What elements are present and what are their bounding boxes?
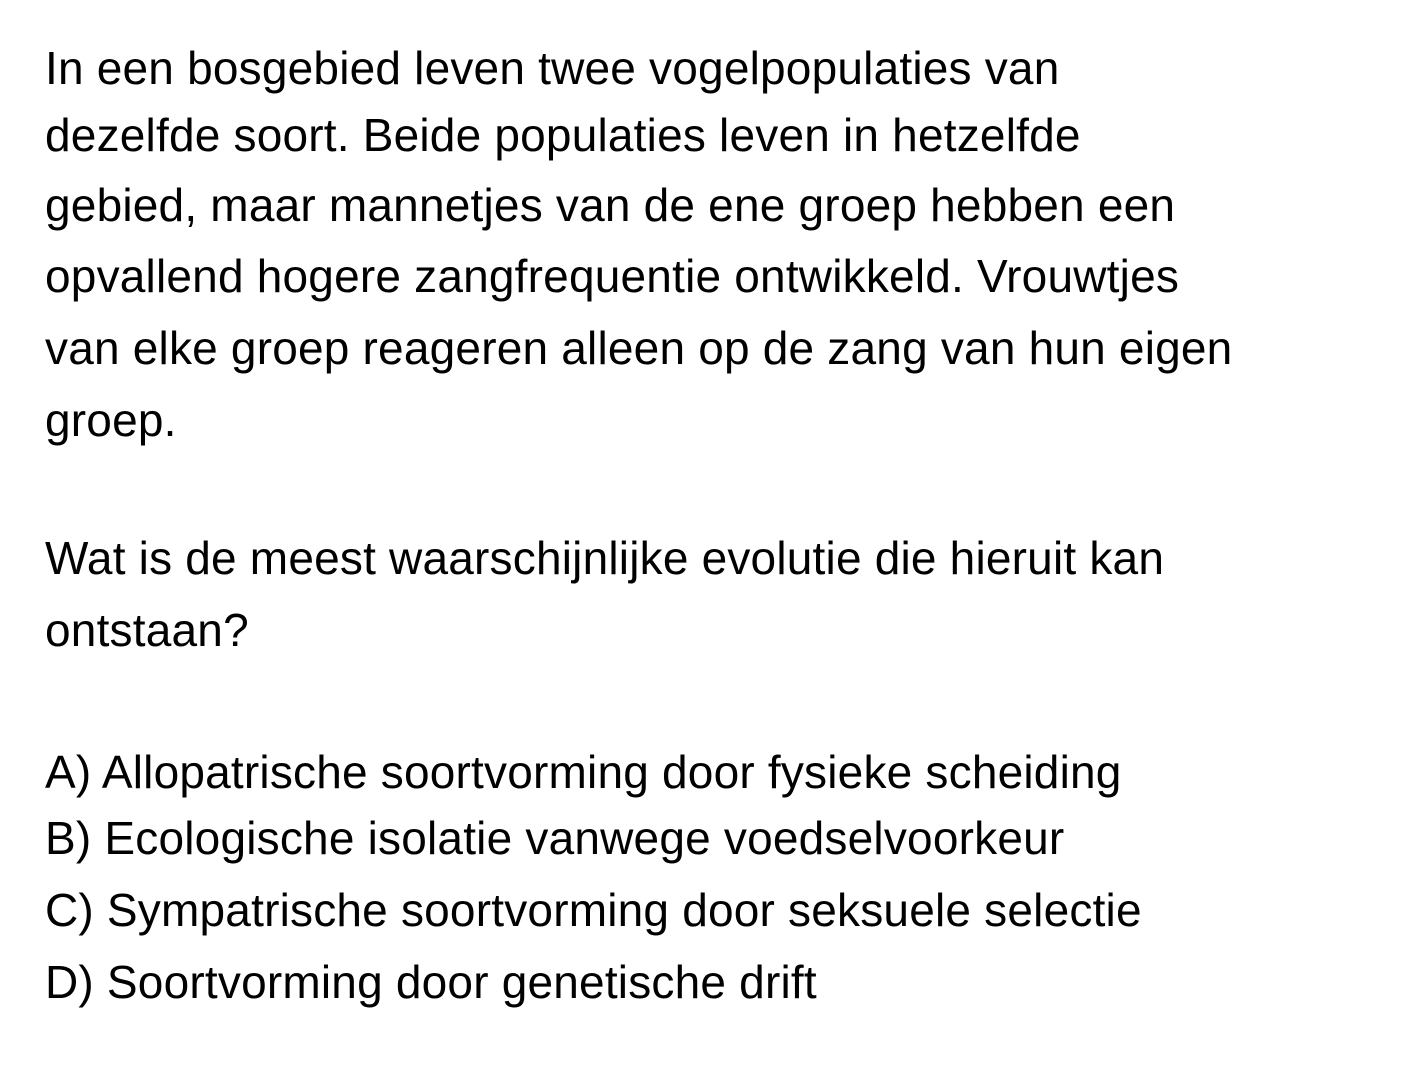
- option-a: A) Allopatrische soortvorming door fysie…: [45, 746, 1122, 798]
- stem-line: gebied, maar mannetjes van de ene groep …: [45, 179, 1176, 231]
- question-page: In een bosgebied leven twee vogelpopulat…: [0, 0, 1412, 1082]
- stem-line: In een bosgebied leven twee vogelpopulat…: [45, 42, 1060, 94]
- stem-line: groep.: [45, 394, 177, 446]
- option-d: D) Soortvorming door genetische drift: [45, 956, 817, 1008]
- stem-line: dezelfde soort. Beide populaties leven i…: [45, 109, 1081, 161]
- stem-line: van elke groep reageren alleen op de zan…: [45, 322, 1233, 374]
- prompt-line: Wat is de meest waarschijnlijke evolutie…: [45, 532, 1165, 584]
- stem-line: opvallend hogere zangfrequentie ontwikke…: [45, 250, 1180, 302]
- option-b: B) Ecologische isolatie vanwege voedselv…: [45, 812, 1065, 864]
- prompt-line: ontstaan?: [45, 604, 249, 656]
- option-c: C) Sympatrische soortvorming door seksue…: [45, 884, 1142, 936]
